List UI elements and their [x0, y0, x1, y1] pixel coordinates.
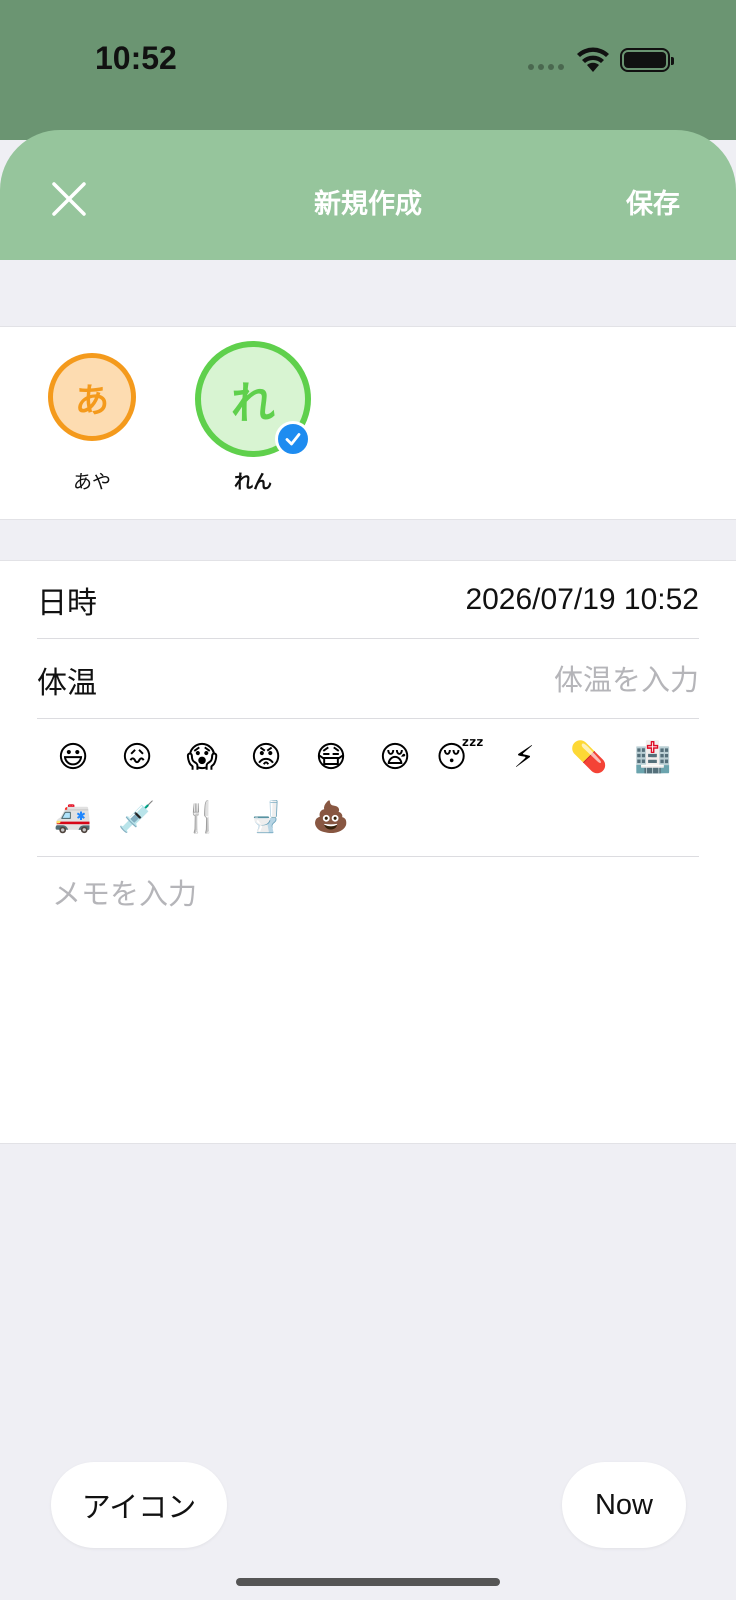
pill-icon[interactable]: 💊 [565, 733, 613, 781]
datetime-label: 日時 [37, 585, 97, 621]
temperature-label: 体温 [37, 665, 97, 701]
syringe-icon[interactable]: 💉 [113, 793, 161, 841]
sheet-header: 新規作成 保存 [0, 130, 736, 260]
person-selector: あ あや れ れん [0, 326, 736, 520]
temperature-row: 体温 [37, 641, 699, 719]
person-ren[interactable]: れ れん [194, 341, 312, 494]
temperature-input[interactable] [399, 662, 699, 697]
status-bar: 10:52 [0, 0, 736, 140]
scream-face-icon[interactable]: 😱 [178, 733, 226, 781]
person-name: れん [233, 471, 272, 493]
poop-icon[interactable]: 💩 [307, 793, 355, 841]
battery-icon [620, 48, 674, 72]
icon-button[interactable]: アイコン [51, 1462, 227, 1548]
smiley-icon[interactable]: 😃 [49, 733, 97, 781]
toilet-icon[interactable]: 🚽 [242, 793, 290, 841]
lightning-icon[interactable]: ⚡ [500, 733, 548, 781]
datetime-row[interactable]: 日時 2026/07/19 10:52 [37, 561, 699, 639]
datetime-value[interactable]: 2026/07/19 10:52 [465, 583, 699, 617]
avatar: れ [195, 341, 311, 457]
save-button[interactable]: 保存 [626, 182, 680, 221]
confounded-face-icon[interactable]: 😖 [113, 733, 161, 781]
person-name: あや [72, 471, 111, 493]
sleepy-face-icon[interactable]: 😪 [371, 733, 419, 781]
memo-input[interactable] [52, 871, 692, 1121]
now-button[interactable]: Now [562, 1462, 686, 1548]
person-aya[interactable]: あ あや [46, 341, 138, 494]
angry-face-icon[interactable]: 😡 [242, 733, 290, 781]
home-indicator[interactable] [236, 1578, 500, 1586]
entry-form: 日時 2026/07/19 10:52 体温 😃 😖 😱 😡 😷 😪 😴 ⚡ 💊… [0, 560, 736, 1144]
avatar-initial: れ [231, 378, 275, 429]
wifi-icon [577, 47, 609, 72]
avatar: あ [48, 353, 136, 441]
cellular-signal-icon [528, 64, 564, 70]
status-time: 10:52 [95, 40, 177, 76]
ambulance-icon[interactable]: 🚑 [49, 793, 97, 841]
hospital-icon[interactable]: 🏥 [629, 733, 677, 781]
checkmark-icon [275, 421, 311, 457]
fork-knife-icon[interactable]: 🍴 [178, 793, 226, 841]
mask-face-icon[interactable]: 😷 [307, 733, 355, 781]
sleeping-face-icon[interactable]: 😴 [436, 733, 484, 781]
emoji-picker: 😃 😖 😱 😡 😷 😪 😴 ⚡ 💊 🏥 🚑 💉 🍴 🚽 💩 [37, 721, 699, 857]
